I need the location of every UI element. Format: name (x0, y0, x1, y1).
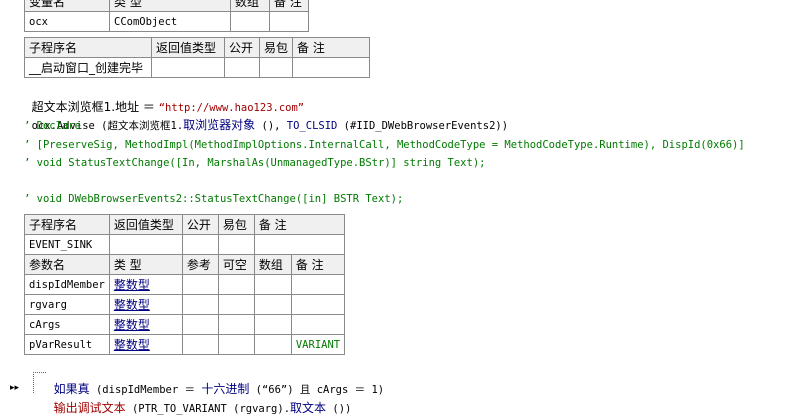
header-cell: 类 型 (109, 0, 231, 12)
function-name: 输出调试文本 (53, 401, 126, 415)
table-row[interactable]: rgvarg 整数型 (24, 294, 346, 315)
param-name-cell[interactable]: dispIdMember (24, 274, 110, 295)
param-nullable-cell[interactable] (217, 314, 255, 335)
variable-table-header: 变量名 类 型 数组 备 注 (24, 0, 309, 12)
var-name-cell[interactable]: ocx (24, 11, 110, 32)
return-type-cell[interactable] (108, 234, 183, 255)
subroutine-table: 子程序名 返回值类型 公开 易包 备 注 __启动窗口_创建完毕 (24, 37, 371, 78)
flow-outline-line (33, 372, 46, 393)
method-name: 取浏览器对象 (183, 118, 256, 132)
param-type-cell[interactable]: 整数型 (108, 274, 183, 295)
param-note-cell[interactable]: VARIANT (290, 334, 346, 355)
code-line[interactable]: 输出调试文本 (PTR_TO_VARIANT (rgvarg).取文本 ()) (46, 381, 352, 415)
header-cell: 参数名 (24, 254, 110, 275)
param-note-cell[interactable] (290, 314, 346, 335)
param-type-cell[interactable]: 整数型 (108, 314, 183, 335)
var-note-cell[interactable] (269, 11, 309, 32)
header-cell: 易包 (217, 214, 255, 235)
code-text: (), (255, 120, 287, 132)
easy-pack-cell[interactable] (217, 234, 255, 255)
param-ref-cell[interactable] (181, 314, 219, 335)
header-cell: 变量名 (24, 0, 110, 12)
param-ref-cell[interactable] (181, 294, 219, 315)
code-line[interactable]: 超文本浏览框1.地址 ＝ “http://www.hao123.com” (24, 80, 305, 114)
flow-arrow-icon[interactable]: ▸▸ (10, 383, 19, 393)
param-name-cell[interactable]: pVarResult (24, 334, 110, 355)
subroutine-table-header: 子程序名 返回值类型 公开 易包 备 注 (24, 214, 346, 235)
param-nullable-cell[interactable] (217, 294, 255, 315)
note-cell[interactable] (253, 234, 346, 255)
table-row[interactable]: pVarResult 整数型 VARIANT (24, 334, 346, 355)
header-cell: 返回值类型 (108, 214, 183, 235)
code-text: (#IID_DWebBrowserEvents2)) (337, 120, 509, 132)
public-cell[interactable] (224, 57, 260, 78)
header-cell: 公开 (181, 214, 219, 235)
code-text: ()) (326, 403, 352, 415)
param-array-cell[interactable] (253, 274, 292, 295)
subroutine-table: 子程序名 返回值类型 公开 易包 备 注 EVENT_SINK 参数名 类 型 … (24, 214, 346, 355)
var-array-cell[interactable] (230, 11, 270, 32)
code-line[interactable]: 如果真 (dispIdMember ＝ 十六进制 (“66”) 且 cArgs … (46, 362, 384, 396)
param-array-cell[interactable] (253, 314, 292, 335)
public-cell[interactable] (181, 234, 219, 255)
var-type-cell[interactable]: CComObject (109, 11, 231, 32)
code-text: (PTR_TO_VARIANT (rgvarg). (125, 403, 291, 415)
param-ref-cell[interactable] (181, 274, 219, 295)
header-cell: 参考 (181, 254, 219, 275)
param-type-cell[interactable]: 整数型 (108, 294, 183, 315)
header-cell: 易包 (258, 37, 294, 58)
header-cell: 返回值类型 (151, 37, 225, 58)
param-nullable-cell[interactable] (217, 274, 255, 295)
header-cell: 备 注 (292, 37, 371, 58)
code-line[interactable]: ocx.Advise (超文本浏览框1.取浏览器对象 (), TO_CLSID … (24, 98, 508, 132)
table-row[interactable]: dispIdMember 整数型 (24, 274, 346, 295)
subroutine-name-cell[interactable]: EVENT_SINK (24, 234, 110, 255)
param-type-cell[interactable]: 整数型 (108, 334, 183, 355)
param-ref-cell[interactable] (181, 334, 219, 355)
table-row[interactable]: EVENT_SINK (24, 234, 346, 255)
param-array-cell[interactable] (253, 294, 292, 315)
table-row[interactable]: ocx CComObject (24, 11, 309, 32)
comment-line[interactable]: ’ [PreserveSig, MethodImpl(MethodImplOpt… (24, 136, 745, 154)
header-cell: 数组 (253, 254, 292, 275)
header-cell: 备 注 (253, 214, 346, 235)
param-name-cell[interactable]: rgvarg (24, 294, 110, 315)
variable-table: 变量名 类 型 数组 备 注 ocx CComObject (24, 0, 309, 32)
header-cell: 类 型 (108, 254, 183, 275)
parameter-table-header: 参数名 类 型 参考 可空 数组 备 注 (24, 254, 346, 275)
note-cell[interactable] (292, 57, 371, 78)
param-nullable-cell[interactable] (217, 334, 255, 355)
table-row[interactable]: __启动窗口_创建完毕 (24, 57, 371, 78)
header-cell: 备 注 (269, 0, 309, 12)
header-cell: 数组 (230, 0, 270, 12)
param-note-cell[interactable] (290, 294, 346, 315)
method-name: 取文本 (290, 401, 327, 415)
header-cell: 可空 (217, 254, 255, 275)
subroutine-table-header: 子程序名 返回值类型 公开 易包 备 注 (24, 37, 371, 58)
param-note-cell[interactable] (290, 274, 346, 295)
comment-line[interactable]: ’ void StatusTextChange([In, MarshalAs(U… (24, 154, 485, 172)
comment-line[interactable]: ’ void DWebBrowserEvents2::StatusTextCha… (24, 190, 403, 208)
param-name-cell[interactable]: cArgs (24, 314, 110, 335)
param-array-cell[interactable] (253, 334, 292, 355)
header-cell: 子程序名 (24, 37, 152, 58)
return-type-cell[interactable] (151, 57, 225, 78)
header-cell: 子程序名 (24, 214, 110, 235)
function-name: TO_CLSID (286, 120, 338, 132)
header-cell: 公开 (224, 37, 260, 58)
easy-pack-cell[interactable] (258, 57, 294, 78)
comment-line[interactable]: ’ Declare (24, 117, 81, 135)
table-row[interactable]: cArgs 整数型 (24, 314, 346, 335)
subroutine-name-cell[interactable]: __启动窗口_创建完毕 (24, 57, 152, 78)
header-cell: 备 注 (290, 254, 346, 275)
